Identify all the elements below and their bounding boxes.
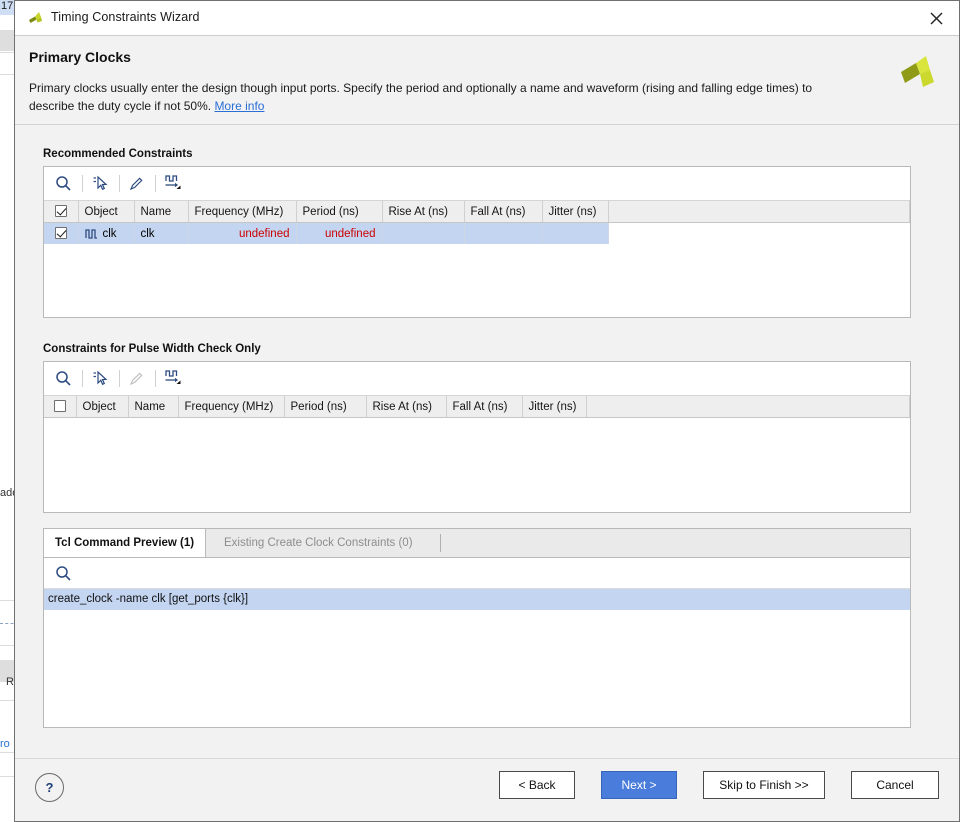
recommended-constraints-table: Object Name Frequency (MHz) Period (ns) …	[44, 201, 910, 244]
search-icon[interactable]	[53, 368, 74, 389]
recommended-toolbar	[44, 167, 910, 201]
preview-tabs: Tcl Command Preview (1) Existing Create …	[44, 529, 910, 558]
waveform-icon[interactable]	[162, 173, 183, 194]
close-icon[interactable]	[921, 6, 951, 30]
tcl-preview-panel: Tcl Command Preview (1) Existing Create …	[43, 528, 911, 728]
tab-divider	[440, 534, 441, 552]
next-button[interactable]: Next >	[601, 771, 677, 799]
clock-waveform-icon	[84, 228, 98, 240]
recommended-constraints-label: Recommended Constraints	[43, 148, 193, 160]
cell-period[interactable]: undefined	[296, 222, 383, 244]
help-icon: ?	[45, 780, 54, 795]
dialog-footer: ? < Back Next > Skip to Finish >> Cancel	[15, 758, 959, 821]
column-header-object[interactable]: Object	[76, 396, 129, 418]
dialog-title: Timing Constraints Wizard	[51, 10, 200, 24]
column-header-rise-at[interactable]: Rise At (ns)	[382, 201, 465, 223]
page-description: Primary clocks usually enter the design …	[29, 79, 849, 115]
column-header-period[interactable]: Period (ns)	[296, 201, 383, 223]
list-item[interactable]: create_clock -name clk [get_ports {clk}]	[44, 589, 910, 610]
xilinx-logo-icon	[896, 54, 938, 94]
tcl-command-text: create_clock -name clk [get_ports {clk}]	[48, 593, 249, 605]
table-header-row: Object Name Frequency (MHz) Period (ns) …	[44, 396, 910, 418]
help-button[interactable]: ?	[35, 773, 64, 802]
tab-tcl-command-preview[interactable]: Tcl Command Preview (1)	[44, 529, 207, 557]
vivado-logo-icon	[26, 9, 44, 27]
select-pointer-icon[interactable]	[90, 173, 111, 194]
background-left-text-2: ro	[0, 738, 10, 750]
search-icon[interactable]	[53, 563, 74, 584]
cell-jitter[interactable]	[542, 222, 609, 244]
more-info-link[interactable]: More info	[214, 99, 264, 113]
preview-search-bar	[44, 558, 910, 589]
select-all-checkbox-cell[interactable]	[44, 201, 79, 223]
page-title: Primary Clocks	[29, 49, 131, 65]
select-all-checkbox[interactable]	[53, 400, 66, 413]
back-button[interactable]: < Back	[499, 771, 575, 799]
background-left-text-1: R	[6, 676, 14, 688]
cell-frequency[interactable]: undefined	[188, 222, 297, 244]
timing-constraints-wizard-dialog: Timing Constraints Wizard Primary Clocks…	[14, 0, 960, 822]
cell-name[interactable]: clk	[134, 222, 189, 244]
column-header-jitter[interactable]: Jitter (ns)	[542, 201, 609, 223]
cell-rise-at[interactable]	[382, 222, 465, 244]
column-header-frequency[interactable]: Frequency (MHz)	[188, 201, 297, 223]
table-row[interactable]: clk clk undefined undefined	[44, 222, 910, 244]
column-header-jitter[interactable]: Jitter (ns)	[522, 396, 587, 418]
column-header-name[interactable]: Name	[134, 201, 189, 223]
skip-to-finish-button-label: Skip to Finish >>	[719, 778, 809, 792]
column-header-rise-at[interactable]: Rise At (ns)	[366, 396, 447, 418]
column-header-object[interactable]: Object	[78, 201, 135, 223]
column-header-filler	[586, 396, 910, 418]
waveform-icon[interactable]	[162, 368, 183, 389]
column-header-fall-at[interactable]: Fall At (ns)	[446, 396, 523, 418]
pencil-edit-icon	[126, 368, 147, 389]
select-pointer-icon[interactable]	[90, 368, 111, 389]
column-header-frequency[interactable]: Frequency (MHz)	[178, 396, 285, 418]
dialog-titlebar: Timing Constraints Wizard	[15, 1, 959, 36]
select-all-checkbox-cell[interactable]	[44, 396, 77, 418]
row-checkbox-cell[interactable]	[44, 222, 79, 244]
cancel-button-label: Cancel	[876, 778, 914, 792]
cancel-button[interactable]: Cancel	[851, 771, 939, 799]
table-header-row: Object Name Frequency (MHz) Period (ns) …	[44, 201, 910, 223]
cell-fall-at[interactable]	[464, 222, 543, 244]
page-description-text: Primary clocks usually enter the design …	[29, 81, 813, 113]
dialog-body: Recommended Constraints Object Name Freq…	[15, 125, 959, 775]
column-header-fall-at[interactable]: Fall At (ns)	[464, 201, 543, 223]
pencil-edit-icon[interactable]	[126, 173, 147, 194]
back-button-label: < Back	[518, 778, 556, 792]
select-all-checkbox[interactable]	[54, 205, 67, 218]
background-left-tab-text: 17	[1, 0, 14, 12]
pulse-width-constraints-table: Object Name Frequency (MHz) Period (ns) …	[44, 396, 910, 418]
cell-object-text: clk	[102, 227, 117, 240]
recommended-constraints-panel: Object Name Frequency (MHz) Period (ns) …	[43, 166, 911, 318]
column-header-name[interactable]: Name	[128, 396, 179, 418]
cell-object[interactable]: clk	[78, 222, 135, 244]
search-icon[interactable]	[53, 173, 74, 194]
pulse-width-constraints-label: Constraints for Pulse Width Check Only	[43, 343, 261, 355]
next-button-label: Next >	[621, 778, 657, 792]
row-checkbox[interactable]	[54, 227, 67, 240]
column-header-period[interactable]: Period (ns)	[284, 396, 367, 418]
pulse-width-toolbar	[44, 362, 910, 396]
dialog-header: Primary Clocks Primary clocks usually en…	[15, 36, 959, 125]
pulse-width-constraints-panel: Object Name Frequency (MHz) Period (ns) …	[43, 361, 911, 513]
column-header-filler	[608, 201, 910, 223]
skip-to-finish-button[interactable]: Skip to Finish >>	[703, 771, 825, 799]
cell-filler	[608, 222, 910, 244]
tab-existing-create-clock-constraints[interactable]: Existing Create Clock Constraints (0)	[213, 529, 424, 557]
